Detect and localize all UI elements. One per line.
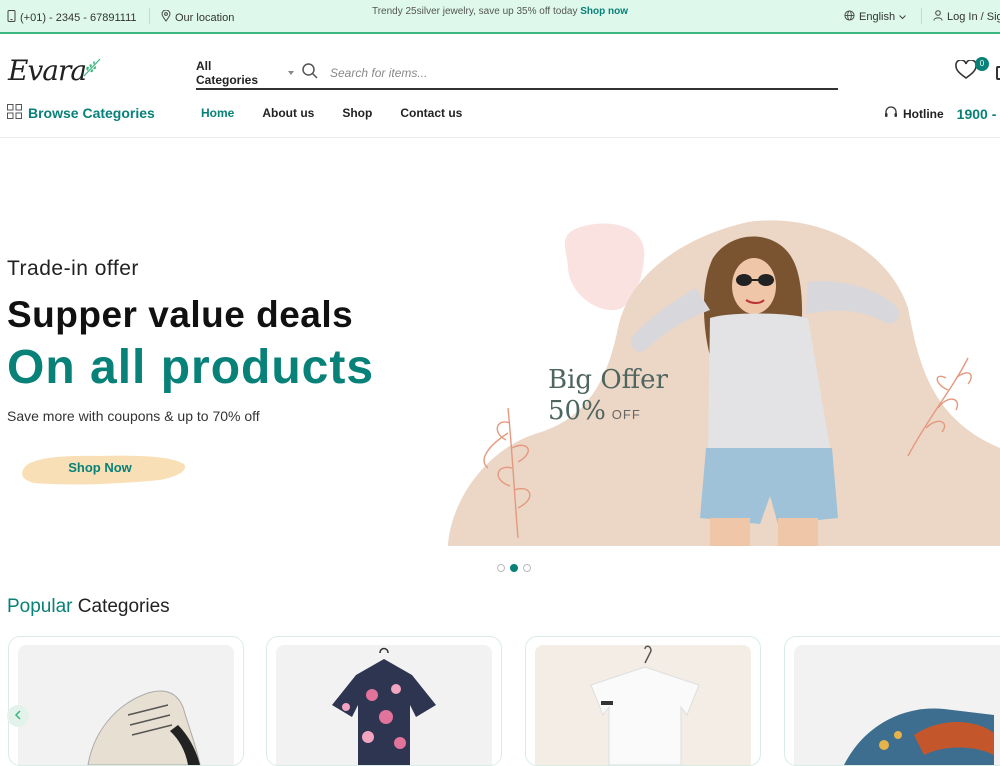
nav-about[interactable]: About us (262, 106, 314, 120)
promo-shop-link[interactable]: Shop now (580, 6, 628, 17)
category-card-shoes[interactable] (8, 636, 244, 766)
slider-dot-1[interactable] (497, 564, 505, 572)
wishlist-count-badge: 0 (975, 57, 989, 71)
hero-eyebrow: Trade-in offer (7, 257, 139, 280)
phone-icon (7, 10, 16, 25)
location-pin-icon (161, 9, 171, 25)
hotline-number[interactable]: 1900 - 888 (957, 106, 1000, 122)
category-card-tops[interactable] (525, 636, 761, 766)
headset-icon (884, 106, 898, 122)
hero-title-highlight: On all products (7, 341, 375, 394)
browse-categories-button[interactable]: Browse Categories (7, 104, 155, 122)
browse-categories-label: Browse Categories (28, 105, 155, 121)
language-label: English (859, 11, 896, 23)
logo-leaf-icon (83, 58, 101, 77)
popular-title-highlight: Popular (7, 596, 73, 617)
category-select[interactable]: All Categories (196, 59, 294, 87)
offer-title: Big Offer (548, 365, 668, 395)
site-logo[interactable]: Evara (8, 54, 87, 87)
category-image-shirts (276, 645, 492, 765)
hero-title: Supper value deals (7, 294, 354, 335)
header-divider (0, 137, 1000, 138)
hotline: Hotline 1900 - 888 (884, 106, 1000, 122)
globe-icon (844, 10, 855, 24)
category-image-sandals (794, 645, 1000, 765)
chevron-down-icon (899, 11, 906, 23)
slider-dot-3[interactable] (523, 564, 531, 572)
category-image-shoes (18, 645, 234, 765)
nav-contact[interactable]: Contact us (400, 106, 462, 120)
main-nav: Home About us Shop Contact us (201, 106, 462, 120)
category-image-tops (535, 645, 751, 765)
offer-suffix: OFF (611, 407, 641, 422)
login-link[interactable]: Log In / Sign Up (933, 10, 1000, 24)
carousel-prev-button[interactable] (7, 705, 29, 727)
category-select-label: All Categories (196, 59, 259, 87)
shop-now-button[interactable]: Shop Now (20, 450, 185, 485)
slider-dots (497, 564, 531, 572)
cart-icon[interactable] (996, 66, 1000, 80)
popular-categories-title: Popular Categories (7, 596, 170, 618)
chevron-left-icon (14, 709, 22, 723)
caret-down-icon (288, 71, 294, 75)
offer-percent: 50% (548, 396, 606, 426)
popular-title-rest: Categories (77, 596, 170, 617)
promo-banner: Trendy 25silver jewelry, save up 35% off… (340, 6, 660, 17)
phone-info: (+01) - 2345 - 67891111 (7, 10, 137, 25)
location-label: Our location (175, 11, 235, 24)
search-bar: All Categories (196, 58, 838, 90)
nav-shop[interactable]: Shop (342, 106, 372, 120)
category-card-sandals[interactable] (784, 636, 1000, 766)
login-label: Log In / Sign Up (947, 11, 1000, 23)
promo-text: Trendy 25silver jewelry, save up 35% off… (371, 6, 578, 17)
user-icon (933, 10, 943, 24)
language-selector[interactable]: English (844, 10, 906, 24)
divider (921, 8, 922, 24)
category-card-shirts[interactable] (266, 636, 502, 766)
divider (149, 8, 150, 24)
hero-banner-image (448, 220, 1000, 546)
search-icon[interactable] (302, 62, 318, 84)
top-bar: (+01) - 2345 - 67891111 Our location Tre… (0, 0, 1000, 34)
phone-number: (+01) - 2345 - 67891111 (20, 11, 137, 24)
grid-icon (7, 104, 22, 122)
hotline-label: Hotline (903, 107, 944, 121)
hero-description: Save more with coupons & up to 70% off (7, 408, 260, 424)
shop-now-label: Shop Now (68, 459, 132, 475)
slider-dot-2[interactable] (510, 564, 518, 572)
big-offer-badge: Big Offer 50% OFF (548, 364, 668, 430)
search-input[interactable] (328, 65, 808, 81)
wishlist-heart-icon[interactable] (955, 59, 977, 85)
nav-home[interactable]: Home (201, 106, 234, 120)
location-link[interactable]: Our location (161, 9, 235, 25)
